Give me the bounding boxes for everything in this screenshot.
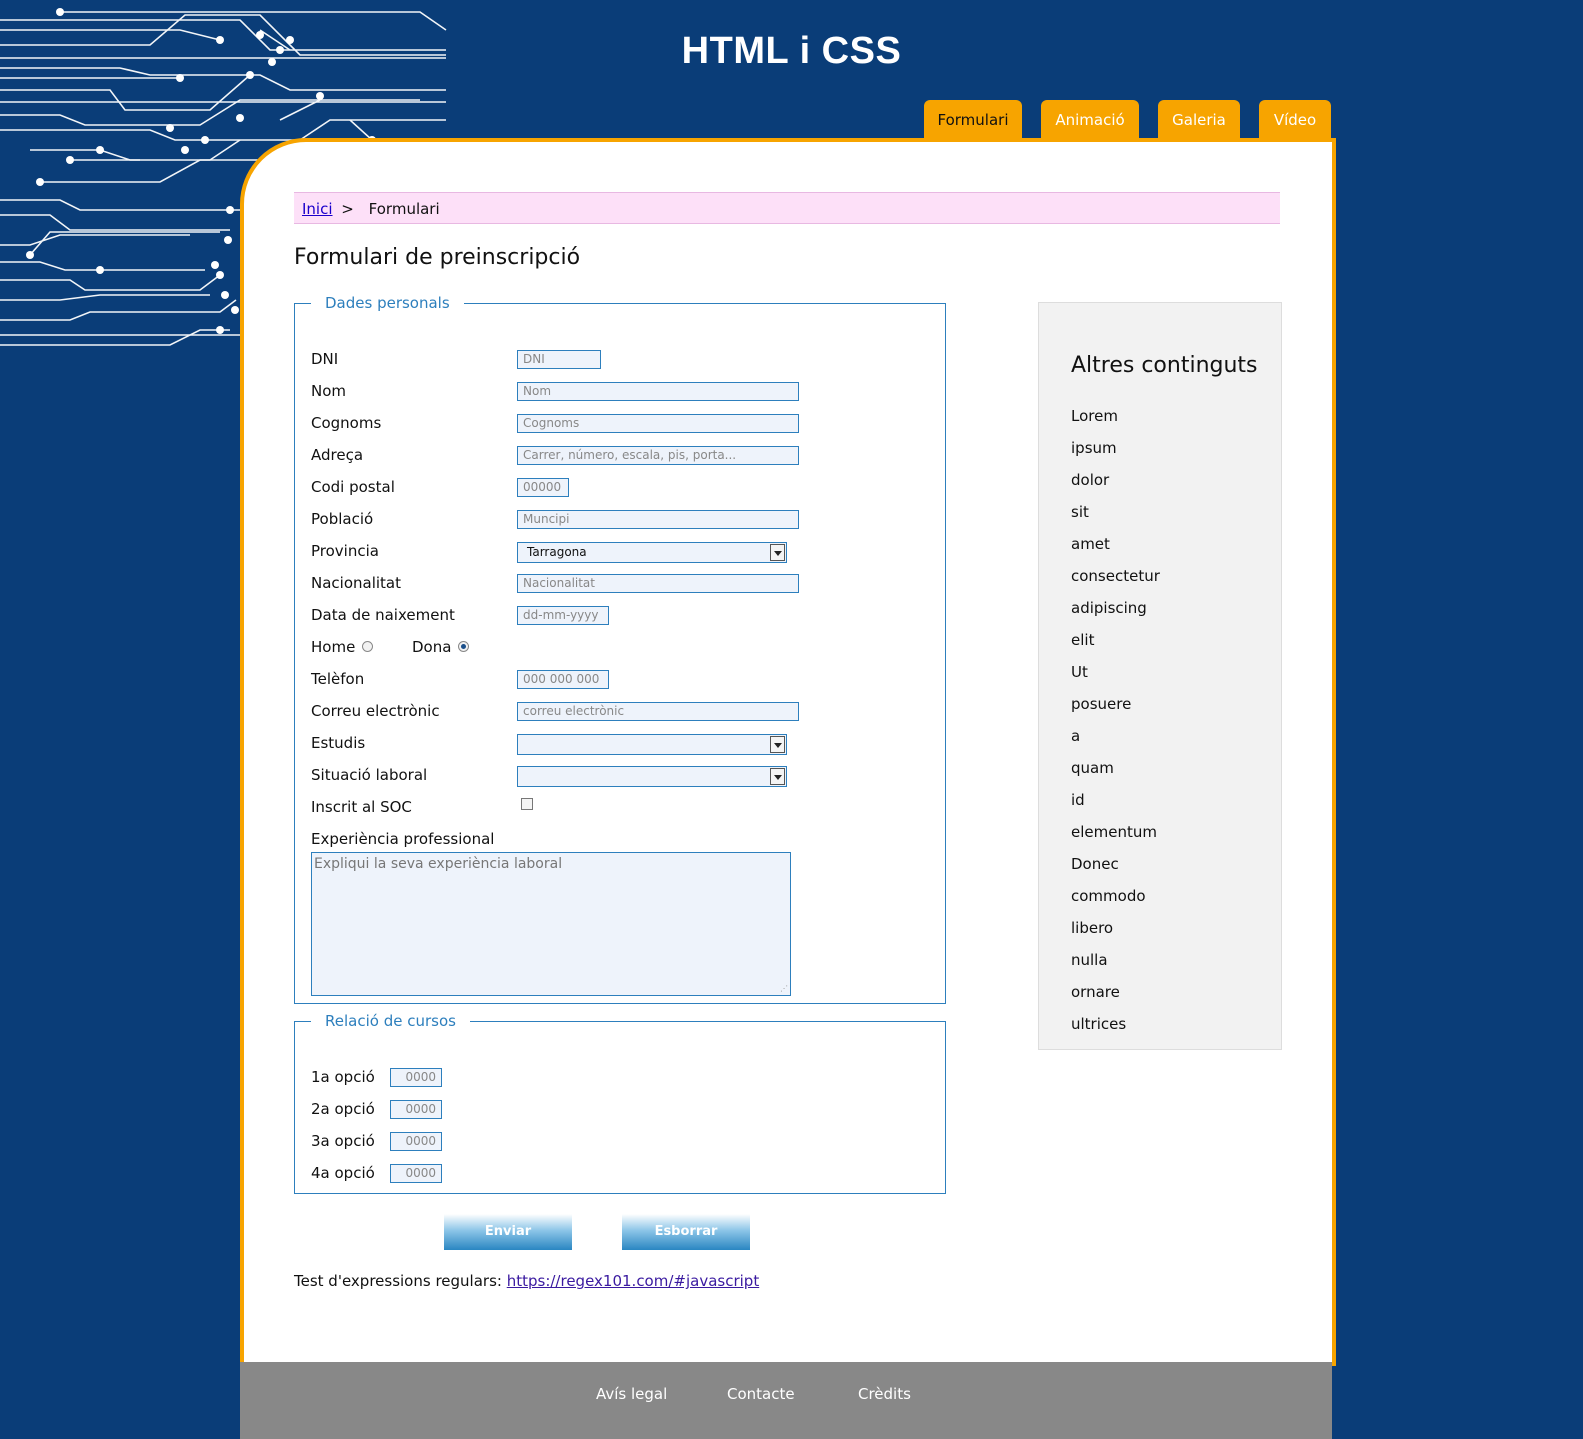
list-item: posuere <box>1071 695 1132 713</box>
nom-input[interactable]: Nom <box>517 382 799 401</box>
situacio-label: Situació laboral <box>311 766 428 784</box>
dni-label: DNI <box>311 350 339 368</box>
breadcrumb: Inici > Formulari <box>294 192 1280 224</box>
experiencia-label: Experiència professional <box>311 830 495 848</box>
nacionalitat-input[interactable]: Nacionalitat <box>517 574 799 593</box>
poblacio-input[interactable]: Muncipi <box>517 510 799 529</box>
site-title: HTML i CSS <box>681 30 902 72</box>
home-radio[interactable] <box>362 641 373 652</box>
dni-input[interactable]: DNI <box>517 350 601 369</box>
list-item: Ut <box>1071 663 1088 681</box>
tab-formulari[interactable]: Formulari <box>924 100 1022 140</box>
footer-link-credits[interactable]: Crèdits <box>858 1385 911 1403</box>
option-3-input[interactable]: 0000 <box>390 1132 442 1151</box>
footer: Avís legal Contacte Crèdits <box>240 1362 1332 1439</box>
estudis-label: Estudis <box>311 734 366 752</box>
list-item: Donec <box>1071 855 1119 873</box>
tab-video[interactable]: Vídeo <box>1259 100 1331 140</box>
courses-legend: Relació de cursos <box>325 1012 456 1030</box>
poblacio-label: Població <box>311 510 374 528</box>
option-4-label: 4a opció <box>311 1164 375 1182</box>
tab-galeria[interactable]: Galeria <box>1158 100 1240 140</box>
telefon-label: Telèfon <box>311 670 365 688</box>
sidebar-title: Altres continguts <box>1071 353 1258 378</box>
nacionalitat-label: Nacionalitat <box>311 574 401 592</box>
footer-link-avis-legal[interactable]: Avís legal <box>596 1385 667 1403</box>
list-item: id <box>1071 791 1085 809</box>
list-item: adipiscing <box>1071 599 1147 617</box>
personal-data-legend: Dades personals <box>325 294 450 312</box>
list-item: amet <box>1071 535 1110 553</box>
nom-label: Nom <box>311 382 347 400</box>
regex-text: Test d'expressions regulars: <box>294 1272 502 1290</box>
estudis-select[interactable] <box>517 734 787 755</box>
dona-label: Dona <box>412 638 452 656</box>
personal-data-fieldset: Dades personals DNI DNI Nom Nom Cognoms … <box>294 294 946 1004</box>
cognoms-label: Cognoms <box>311 414 382 432</box>
chevron-down-icon[interactable] <box>770 736 785 753</box>
provincia-label: Provincia <box>311 542 379 560</box>
list-item: ipsum <box>1071 439 1117 457</box>
adreca-input[interactable]: Carrer, número, escala, pis, porta... <box>517 446 799 465</box>
data-naixement-input[interactable]: dd-mm-yyyy <box>517 606 609 625</box>
sidebar-list: Lorem ipsum dolor sit amet consectetur a… <box>1071 406 1160 1046</box>
regex-note: Test d'expressions regulars: https://reg… <box>294 1272 759 1290</box>
option-1-input[interactable]: 0000 <box>390 1068 442 1087</box>
option-2-label: 2a opció <box>311 1100 375 1118</box>
breadcrumb-separator: > <box>341 200 354 218</box>
list-item: nulla <box>1071 951 1108 969</box>
reset-button[interactable]: Esborrar <box>622 1214 750 1250</box>
list-item: Lorem <box>1071 407 1118 425</box>
list-item: sit <box>1071 503 1089 521</box>
option-2-input[interactable]: 0000 <box>390 1100 442 1119</box>
soc-label: Inscrit al SOC <box>311 798 412 816</box>
courses-fieldset: Relació de cursos 1a opció 0000 2a opció… <box>294 1012 946 1194</box>
list-item: libero <box>1071 919 1114 937</box>
correu-input[interactable]: correu electrònic <box>517 702 799 721</box>
list-item: commodo <box>1071 887 1146 905</box>
codi-postal-input[interactable]: 00000 <box>517 478 569 497</box>
home-label: Home <box>311 638 356 656</box>
list-item: dolor <box>1071 471 1110 489</box>
experiencia-placeholder: Expliqui la seva experiència laboral <box>314 856 563 872</box>
tab-animacio[interactable]: Animació <box>1041 100 1139 140</box>
list-item: ultrices <box>1071 1015 1127 1033</box>
breadcrumb-current: Formulari <box>368 200 440 218</box>
adreca-label: Adreça <box>311 446 364 464</box>
chevron-down-icon[interactable] <box>770 768 785 785</box>
page-title: Formulari de preinscripció <box>294 245 581 270</box>
list-item: ornare <box>1071 983 1120 1001</box>
provincia-value: Tarragona <box>527 545 587 559</box>
list-item: quam <box>1071 759 1114 777</box>
dona-radio[interactable] <box>458 641 469 652</box>
chevron-down-icon[interactable] <box>770 544 785 561</box>
list-item: elit <box>1071 631 1095 649</box>
regex-link[interactable]: https://regex101.com/#javascript <box>507 1272 759 1290</box>
data-naixement-label: Data de naixement <box>311 606 455 624</box>
telefon-input[interactable]: 000 000 000 <box>517 670 609 689</box>
soc-checkbox[interactable] <box>521 798 533 810</box>
content-panel: Inici > Formulari Formulari de preinscri… <box>240 138 1336 1366</box>
correu-label: Correu electrònic <box>311 702 440 720</box>
submit-button[interactable]: Enviar <box>444 1214 572 1250</box>
experiencia-textarea[interactable]: Expliqui la seva experiència laboral ⋰ <box>311 852 791 996</box>
resize-grip-icon[interactable]: ⋰ <box>780 984 788 993</box>
cognoms-input[interactable]: Cognoms <box>517 414 799 433</box>
situacio-select[interactable] <box>517 766 787 787</box>
sidebar: Altres continguts Lorem ipsum dolor sit … <box>1038 302 1282 1050</box>
list-item: consectetur <box>1071 567 1160 585</box>
list-item: elementum <box>1071 823 1157 841</box>
option-3-label: 3a opció <box>311 1132 375 1150</box>
provincia-select[interactable]: Tarragona <box>517 542 787 563</box>
option-4-input[interactable]: 0000 <box>390 1164 442 1183</box>
breadcrumb-home-link[interactable]: Inici <box>302 200 333 218</box>
codi-postal-label: Codi postal <box>311 478 395 496</box>
footer-link-contacte[interactable]: Contacte <box>727 1385 795 1403</box>
list-item: a <box>1071 727 1081 745</box>
option-1-label: 1a opció <box>311 1068 375 1086</box>
